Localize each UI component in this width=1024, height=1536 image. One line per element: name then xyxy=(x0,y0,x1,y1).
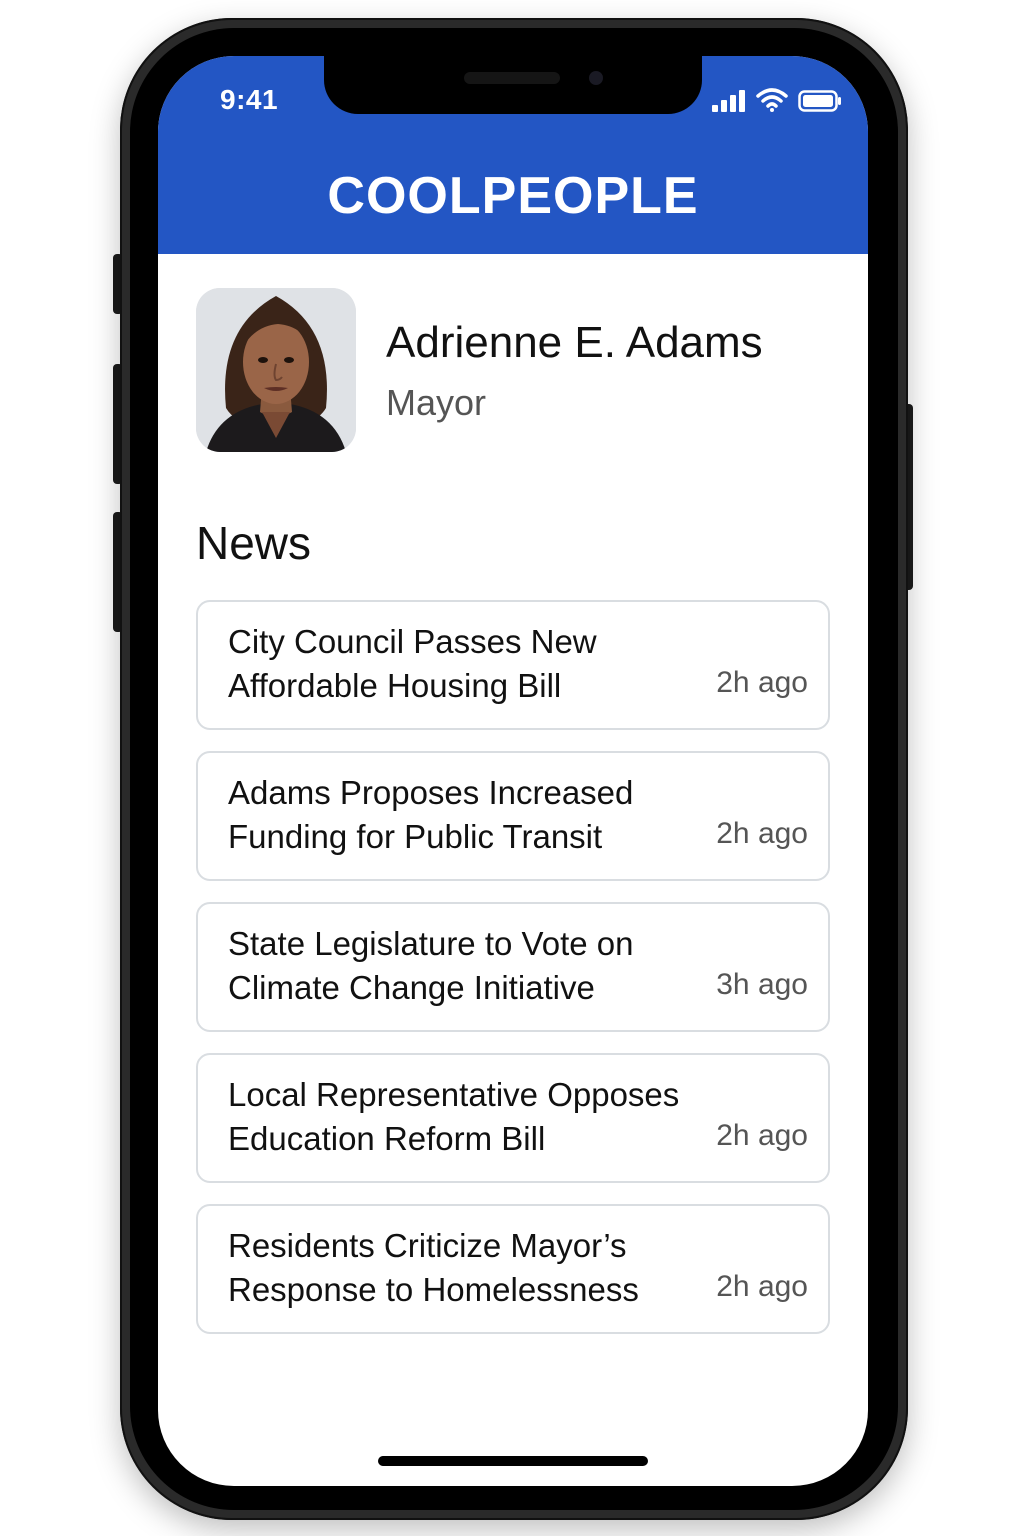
notch xyxy=(324,56,702,114)
profile-role: Mayor xyxy=(386,382,487,423)
news-timestamp: 2h ago xyxy=(716,666,808,699)
news-card[interactable]: Residents Criticize Mayor’s Response to … xyxy=(196,1204,830,1334)
news-heading: News xyxy=(196,517,312,569)
status-time: 9:41 xyxy=(220,84,279,115)
cellular-signal-icon xyxy=(712,90,745,112)
wifi-icon xyxy=(756,88,788,112)
home-indicator[interactable] xyxy=(378,1456,648,1466)
news-timestamp: 2h ago xyxy=(716,1270,808,1303)
news-card[interactable]: City Council Passes New Affordable Housi… xyxy=(196,600,830,730)
news-card[interactable]: Local Representative Opposes Education R… xyxy=(196,1053,830,1183)
news-card[interactable]: State Legislature to Vote on Climate Cha… xyxy=(196,902,830,1032)
front-camera xyxy=(589,71,603,85)
news-title: Residents Criticize Mayor’s Response to … xyxy=(228,1227,639,1308)
status-icons xyxy=(712,86,842,112)
news-list: City Council Passes New Affordable Housi… xyxy=(196,600,830,1355)
news-timestamp: 2h ago xyxy=(716,817,808,850)
news-title: City Council Passes New Affordable Housi… xyxy=(228,623,597,704)
news-title: State Legislature to Vote on Climate Cha… xyxy=(228,925,634,1006)
battery-icon xyxy=(798,90,841,112)
device-stage: 9:41 COOLPEOPLE Adrienne E. Adams Mayor … xyxy=(0,0,1024,1536)
phone-screen: 9:41 COOLPEOPLE Adrienne E. Adams Mayor … xyxy=(158,56,868,1486)
news-timestamp: 3h ago xyxy=(716,968,808,1001)
app-title: COOLPEOPLE xyxy=(327,167,699,225)
earpiece-speaker xyxy=(464,72,560,84)
profile-card[interactable]: Adrienne E. Adams Mayor xyxy=(196,288,836,454)
news-timestamp: 2h ago xyxy=(716,1119,808,1152)
news-title: Adams Proposes Increased Funding for Pub… xyxy=(228,774,634,855)
avatar[interactable] xyxy=(196,288,356,452)
profile-name: Adrienne E. Adams xyxy=(386,318,763,367)
app-header: 9:41 COOLPEOPLE xyxy=(158,56,868,254)
news-title: Local Representative Opposes Education R… xyxy=(228,1076,680,1157)
person-portrait-icon xyxy=(196,288,356,452)
news-card[interactable]: Adams Proposes Increased Funding for Pub… xyxy=(196,751,830,881)
